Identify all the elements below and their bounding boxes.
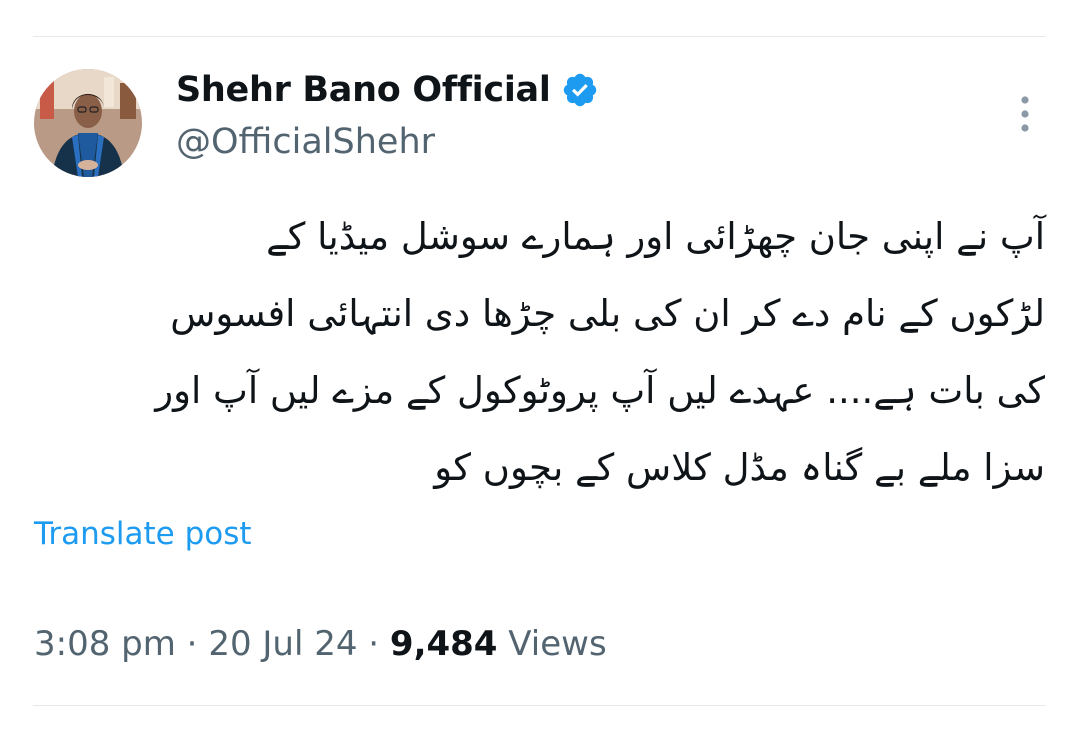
meta-separator: · xyxy=(175,624,209,664)
verified-badge-icon xyxy=(561,71,599,109)
post-date[interactable]: 20 Jul 24 xyxy=(208,624,357,664)
post-text-line: آپ نے اپنی جان چھڑائی اور ہمارے سوشل میڈ… xyxy=(266,215,1045,258)
post-meta: 3:08 pm · 20 Jul 24 · 9,484 Views xyxy=(34,624,607,664)
top-divider xyxy=(33,36,1046,37)
bottom-divider xyxy=(33,705,1046,706)
views-label: Views xyxy=(497,624,607,664)
profile-photo xyxy=(34,69,142,177)
post-text-line: سزا ملے بے گناہ مڈل کلاس کے بچوں کو xyxy=(434,446,1045,489)
author-handle[interactable]: @OfficialShehr xyxy=(176,122,435,162)
post-text-line: کی بات ہے.... عہدے لیں آپ پروٹوکول کے مز… xyxy=(155,369,1045,412)
author-display-name-row[interactable]: Shehr Bano Official xyxy=(176,70,599,110)
views-count: 9,484 xyxy=(389,624,498,664)
post-text: آپ نے اپنی جان چھڑائی اور ہمارے سوشل میڈ… xyxy=(35,198,1045,506)
author-display-name[interactable]: Shehr Bano Official xyxy=(176,70,551,110)
meta-separator: · xyxy=(357,624,390,664)
post-text-line: لڑکوں کے نام دے کر ان کی بلی چڑھا دی انت… xyxy=(170,292,1045,335)
post-time[interactable]: 3:08 pm xyxy=(34,624,176,664)
avatar[interactable] xyxy=(34,69,142,177)
more-vertical-icon[interactable] xyxy=(1010,92,1040,136)
translate-post-link[interactable]: Translate post xyxy=(34,516,252,552)
